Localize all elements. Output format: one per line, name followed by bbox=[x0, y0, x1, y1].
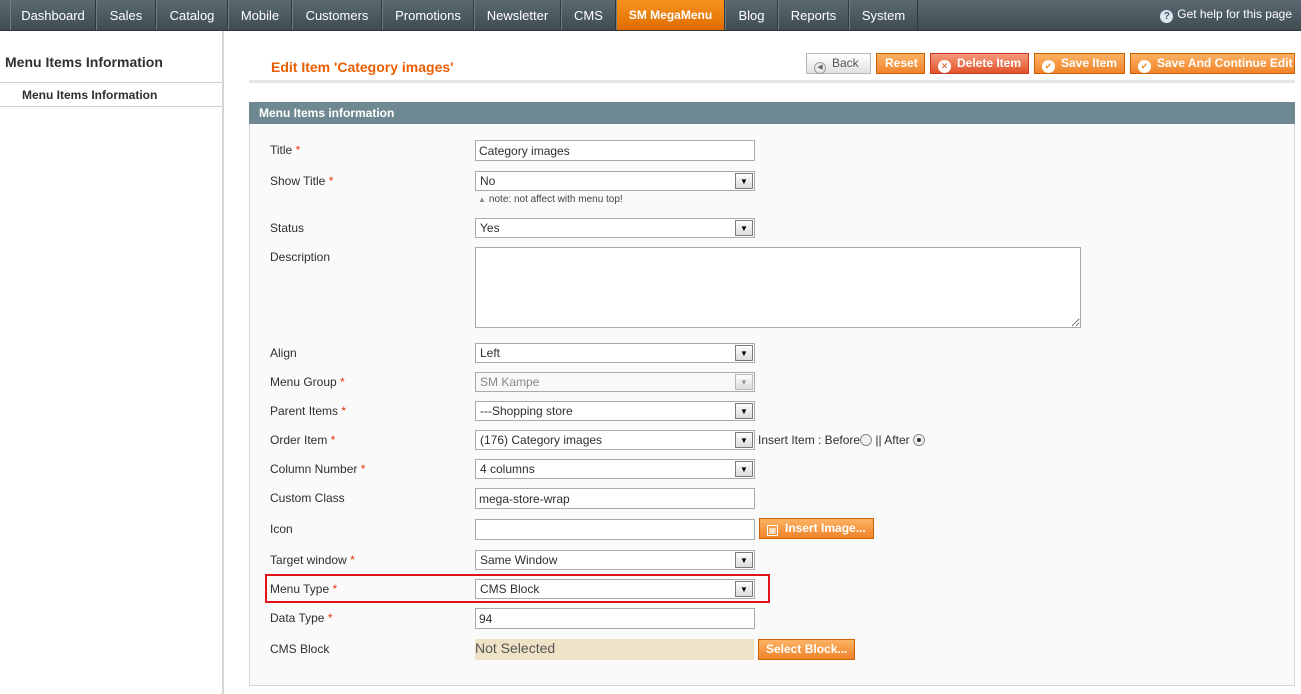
section-title: Menu Items information bbox=[249, 102, 1295, 124]
align-select[interactable]: Left ▼ bbox=[475, 343, 755, 363]
save-and-continue-button[interactable]: ✔ Save And Continue Edit bbox=[1130, 53, 1295, 74]
menu-group-value: SM Kampe bbox=[480, 375, 540, 389]
column-number-label: Column Number * bbox=[270, 462, 366, 476]
status-value: Yes bbox=[480, 221, 500, 235]
show-title-select[interactable]: No ▼ bbox=[475, 171, 755, 191]
chevron-down-icon: ▼ bbox=[735, 581, 753, 597]
select-block-button[interactable]: Select Block... bbox=[758, 639, 856, 660]
parent-items-label: Parent Items * bbox=[270, 404, 347, 418]
parent-items-value: ---Shopping store bbox=[480, 404, 573, 418]
description-label: Description bbox=[270, 250, 331, 264]
save-continue-button-label: Save And Continue Edit bbox=[1157, 56, 1293, 70]
nav-mobile[interactable]: Mobile bbox=[228, 0, 292, 30]
align-value: Left bbox=[480, 346, 501, 360]
align-label: Align bbox=[270, 346, 297, 360]
sidebar-item-menu-items-information[interactable]: Menu Items Information bbox=[0, 83, 222, 107]
chevron-down-icon: ▼ bbox=[735, 173, 753, 189]
target-window-value: Same Window bbox=[480, 553, 558, 567]
help-label: Get help for this page bbox=[1177, 7, 1292, 21]
column-number-value: 4 columns bbox=[480, 462, 535, 476]
radio-after[interactable] bbox=[912, 434, 925, 446]
save-continue-check-icon: ✔ bbox=[1138, 60, 1151, 73]
chevron-down-icon: ▼ bbox=[735, 461, 753, 477]
help-icon: ? bbox=[1160, 10, 1174, 23]
nav-cms[interactable]: CMS bbox=[561, 0, 616, 30]
data-type-label: Data Type * bbox=[270, 611, 333, 625]
cms-block-label: CMS Block bbox=[270, 642, 330, 656]
after-label: After bbox=[884, 433, 910, 447]
back-button-label: Back bbox=[832, 56, 859, 70]
parent-items-select[interactable]: ---Shopping store ▼ bbox=[475, 401, 755, 421]
delete-button-label: Delete Item bbox=[957, 56, 1022, 70]
column-number-select[interactable]: 4 columns ▼ bbox=[475, 459, 755, 479]
radio-before[interactable] bbox=[860, 434, 873, 446]
save-button-label: Save Item bbox=[1061, 56, 1118, 70]
custom-class-label: Custom Class bbox=[270, 491, 345, 505]
save-item-button[interactable]: ✔ Save Item bbox=[1034, 53, 1125, 74]
nav-blog[interactable]: Blog bbox=[725, 0, 778, 30]
reset-button[interactable]: Reset bbox=[876, 53, 925, 74]
cms-block-value: Not Selected bbox=[475, 639, 754, 660]
sidebar-title: Menu Items Information bbox=[5, 54, 163, 70]
description-textarea[interactable] bbox=[475, 247, 1081, 328]
menu-type-select[interactable]: CMS Block ▼ bbox=[475, 579, 755, 599]
nav-promotions[interactable]: Promotions bbox=[382, 0, 474, 30]
note-triangle-icon: ▲ bbox=[478, 195, 486, 204]
custom-class-input[interactable] bbox=[475, 488, 755, 509]
menu-group-label: Menu Group * bbox=[270, 375, 345, 389]
nav-sm-megamenu[interactable]: SM MegaMenu bbox=[616, 0, 725, 30]
back-button[interactable]: ◀ Back bbox=[806, 53, 871, 74]
select-block-label: Select Block... bbox=[766, 642, 848, 656]
order-item-value: (176) Category images bbox=[480, 433, 603, 447]
menu-type-value: CMS Block bbox=[480, 582, 540, 596]
page-title: Edit Item 'Category images' bbox=[271, 59, 454, 75]
nav-sales[interactable]: Sales bbox=[96, 0, 156, 30]
image-icon: ▦ bbox=[767, 525, 778, 536]
insert-image-label: Insert Image... bbox=[785, 521, 866, 535]
nav-customers[interactable]: Customers bbox=[292, 0, 382, 30]
show-title-label: Show Title * bbox=[270, 174, 334, 188]
delete-icon: ✕ bbox=[938, 60, 951, 73]
title-label: Title * bbox=[270, 143, 301, 157]
insert-item-label: Insert Item : Before bbox=[758, 433, 861, 447]
nav-newsletter[interactable]: Newsletter bbox=[474, 0, 561, 30]
chevron-down-icon: ▼ bbox=[735, 220, 753, 236]
insert-image-button[interactable]: ▦ Insert Image... bbox=[759, 518, 874, 539]
order-item-label: Order Item * bbox=[270, 433, 336, 447]
chevron-down-icon: ▼ bbox=[735, 345, 753, 361]
insert-separator: || bbox=[875, 433, 882, 447]
nav-reports[interactable]: Reports bbox=[778, 0, 849, 30]
target-window-select[interactable]: Same Window ▼ bbox=[475, 550, 755, 570]
chevron-down-icon: ▼ bbox=[735, 552, 753, 568]
top-navigation: Dashboard Sales Catalog Mobile Customers… bbox=[0, 0, 1301, 31]
delete-item-button[interactable]: ✕ Delete Item bbox=[930, 53, 1029, 74]
menu-type-label: Menu Type * bbox=[270, 582, 338, 596]
chevron-down-icon: ▼ bbox=[735, 403, 753, 419]
data-type-input[interactable] bbox=[475, 608, 755, 629]
nav-dashboard[interactable]: Dashboard bbox=[10, 0, 96, 30]
reset-button-label: Reset bbox=[885, 56, 918, 70]
chevron-down-icon: ▼ bbox=[735, 432, 753, 448]
order-item-select[interactable]: (176) Category images ▼ bbox=[475, 430, 755, 450]
nav-catalog[interactable]: Catalog bbox=[156, 0, 228, 30]
show-title-value: No bbox=[480, 174, 496, 188]
back-arrow-icon: ◀ bbox=[814, 62, 826, 74]
sidebar: Menu Items Information Menu Items Inform… bbox=[0, 31, 224, 694]
icon-label: Icon bbox=[270, 522, 293, 536]
status-select[interactable]: Yes ▼ bbox=[475, 218, 755, 238]
title-input[interactable] bbox=[475, 140, 755, 161]
icon-input[interactable] bbox=[475, 519, 755, 540]
menu-group-select: SM Kampe ▼ bbox=[475, 372, 755, 392]
save-check-icon: ✔ bbox=[1042, 60, 1055, 73]
show-title-note: ▲ note: not affect with menu top! bbox=[478, 194, 623, 205]
help-link[interactable]: ? Get help for this page bbox=[1160, 7, 1292, 23]
target-window-label: Target window * bbox=[270, 553, 355, 567]
chevron-down-icon: ▼ bbox=[735, 374, 753, 390]
header-divider bbox=[249, 80, 1295, 83]
insert-position-group: Insert Item : Before || After bbox=[758, 433, 925, 447]
status-label: Status bbox=[270, 221, 305, 235]
nav-system[interactable]: System bbox=[849, 0, 918, 30]
